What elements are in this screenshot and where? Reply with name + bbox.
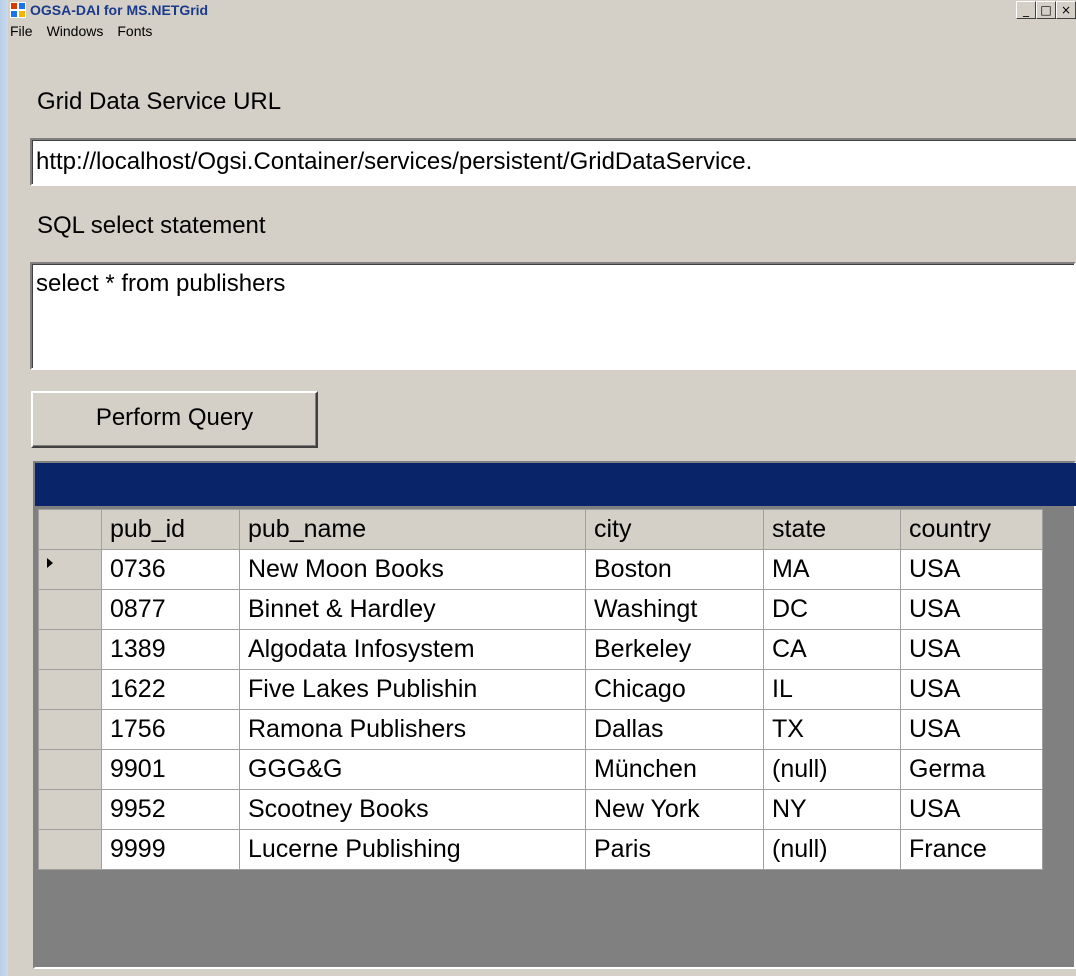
cell-city[interactable]: Berkeley [585, 629, 764, 670]
close-button[interactable]: × [1056, 1, 1076, 19]
row-header[interactable] [38, 549, 102, 590]
cell-city[interactable]: München [585, 749, 764, 790]
cell-pub-name[interactable]: Binnet & Hardley [239, 589, 586, 630]
cell-state[interactable]: (null) [763, 749, 901, 790]
cell-pub-id[interactable]: 9999 [101, 829, 240, 870]
cell-country[interactable]: USA [900, 629, 1043, 670]
table-row[interactable]: 1622 Five Lakes Publishin Chicago IL USA [38, 669, 1043, 710]
table-row[interactable]: 0877 Binnet & Hardley Washingt DC USA [38, 589, 1043, 630]
column-header-pub-name[interactable]: pub_name [239, 509, 586, 550]
cell-pub-name[interactable]: Ramona Publishers [239, 709, 586, 750]
cell-state[interactable]: MA [763, 549, 901, 590]
row-header[interactable] [38, 629, 102, 670]
table-row[interactable]: 9999 Lucerne Publishing Paris (null) France [38, 829, 1043, 870]
menu-fonts[interactable]: Fonts [117, 22, 152, 64]
row-header[interactable] [38, 829, 102, 870]
app-icon [10, 2, 26, 18]
menu-windows[interactable]: Windows [47, 22, 104, 64]
url-label: Grid Data Service URL [37, 88, 282, 115]
cell-country[interactable]: USA [900, 709, 1043, 750]
cell-pub-name[interactable]: Five Lakes Publishin [239, 669, 586, 710]
cell-pub-name[interactable]: Algodata Infosystem [239, 629, 586, 670]
cell-country[interactable]: USA [900, 669, 1043, 710]
table-row[interactable]: 9901 GGG&G München (null) Germa [38, 749, 1043, 790]
corner-header[interactable] [38, 509, 102, 550]
cell-pub-name[interactable]: GGG&G [239, 749, 586, 790]
cell-pub-id[interactable]: 9901 [101, 749, 240, 790]
table-row[interactable]: 1389 Algodata Infosystem Berkeley CA USA [38, 629, 1043, 670]
cell-state[interactable]: NY [763, 789, 901, 830]
cell-pub-id[interactable]: 9952 [101, 789, 240, 830]
cell-country[interactable]: USA [900, 549, 1043, 590]
cell-city[interactable]: Boston [585, 549, 764, 590]
cell-city[interactable]: Chicago [585, 669, 764, 710]
results-table: pub_id pub_name city state country 0736 N… [38, 509, 1043, 870]
url-input[interactable]: http://localhost/Ogsi.Container/services… [30, 138, 1076, 186]
cell-country[interactable]: Germa [900, 749, 1043, 790]
sql-label: SQL select statement [37, 212, 266, 239]
title-bar[interactable]: OGSA-DAI for MS.NETGrid _ □ × [8, 0, 1076, 22]
cell-city[interactable]: Dallas [585, 709, 764, 750]
table-row[interactable]: 1756 Ramona Publishers Dallas TX USA [38, 709, 1043, 750]
cell-country[interactable]: USA [900, 789, 1043, 830]
menu-file[interactable]: File [10, 22, 33, 64]
cell-state[interactable]: DC [763, 589, 901, 630]
sql-textarea-value: select * from publishers [36, 270, 286, 297]
cell-state[interactable]: (null) [763, 829, 901, 870]
cell-state[interactable]: TX [763, 709, 901, 750]
cell-country[interactable]: France [900, 829, 1043, 870]
cell-pub-id[interactable]: 0736 [101, 549, 240, 590]
cell-pub-id[interactable]: 1389 [101, 629, 240, 670]
cell-pub-name[interactable]: Scootney Books [239, 789, 586, 830]
row-header[interactable] [38, 669, 102, 710]
maximize-button[interactable]: □ [1036, 1, 1056, 19]
column-header-city[interactable]: city [585, 509, 764, 550]
cell-country[interactable]: USA [900, 589, 1043, 630]
table-row[interactable]: 0736 New Moon Books Boston MA USA [38, 549, 1043, 590]
window-title: OGSA-DAI for MS.NETGrid [30, 2, 209, 18]
row-header[interactable] [38, 789, 102, 830]
table-row[interactable]: 9952 Scootney Books New York NY USA [38, 789, 1043, 830]
cell-state[interactable]: CA [763, 629, 901, 670]
column-header-country[interactable]: country [900, 509, 1043, 550]
url-input-value: http://localhost/Ogsi.Container/services… [36, 148, 753, 175]
menu-bar: File Windows Fonts [8, 22, 1076, 64]
current-row-arrow-icon [47, 558, 53, 568]
row-header[interactable] [38, 589, 102, 630]
cell-state[interactable]: IL [763, 669, 901, 710]
column-header-pub-id[interactable]: pub_id [101, 509, 240, 550]
header-row: pub_id pub_name city state country [38, 509, 1043, 550]
cell-pub-id[interactable]: 1622 [101, 669, 240, 710]
cell-pub-id[interactable]: 0877 [101, 589, 240, 630]
column-header-state[interactable]: state [763, 509, 901, 550]
app-window: OGSA-DAI for MS.NETGrid _ □ × File Windo… [8, 0, 1076, 976]
cell-city[interactable]: New York [585, 789, 764, 830]
cell-pub-id[interactable]: 1756 [101, 709, 240, 750]
minimize-button[interactable]: _ [1016, 1, 1036, 19]
perform-query-button[interactable]: Perform Query [31, 391, 318, 448]
cell-city[interactable]: Washingt [585, 589, 764, 630]
cell-city[interactable]: Paris [585, 829, 764, 870]
row-header[interactable] [38, 709, 102, 750]
row-header[interactable] [38, 749, 102, 790]
window-controls: _ □ × [1016, 1, 1076, 19]
sql-textarea[interactable]: select * from publishers [30, 262, 1076, 370]
grid-caption-bar [35, 463, 1076, 506]
results-grid[interactable]: pub_id pub_name city state country 0736 N… [33, 461, 1076, 969]
cell-pub-name[interactable]: New Moon Books [239, 549, 586, 590]
cell-pub-name[interactable]: Lucerne Publishing [239, 829, 586, 870]
